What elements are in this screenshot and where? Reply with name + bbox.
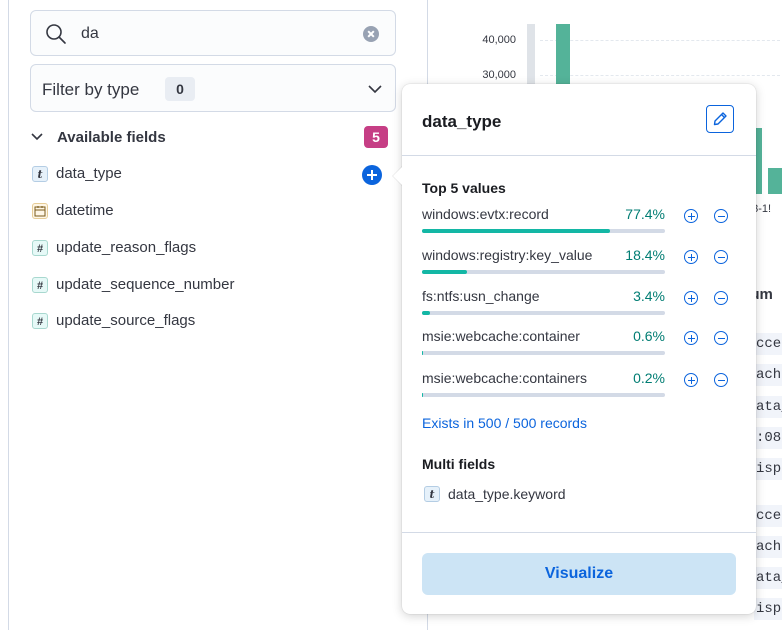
number-type-icon: # — [32, 313, 48, 329]
calendar-type-icon — [32, 203, 48, 219]
popover-divider — [402, 155, 756, 156]
field-name: data_type — [56, 165, 122, 182]
string-type-icon: t — [424, 486, 440, 502]
top-value-progress — [422, 270, 665, 274]
field-item-datetime[interactable]: datetime — [30, 200, 390, 224]
filter-count-badge: 0 — [165, 77, 195, 101]
field-name: update_source_flags — [56, 312, 196, 329]
filter-by-type-label: Filter by type — [42, 80, 140, 99]
field-details-popover: data_type Top 5 values windows:evtx:reco… — [393, 84, 756, 614]
string-type-icon: t — [32, 166, 48, 182]
edit-field-button[interactable] — [706, 105, 734, 133]
field-item-update-reason-flags[interactable]: # update_reason_flags — [30, 237, 390, 261]
multi-fields-title: Multi fields — [422, 456, 496, 472]
field-item-update-sequence-number[interactable]: # update_sequence_number — [30, 274, 390, 298]
field-item-data-type[interactable]: t data_type — [30, 163, 390, 187]
top-values-title: Top 5 values — [422, 180, 506, 196]
popover-title: data_type — [422, 112, 502, 131]
field-name: datetime — [56, 202, 114, 219]
top-value-row: fs:ntfs:usn_change 3.4% — [422, 288, 742, 320]
top-value-row: windows:registry:key_value 18.4% — [422, 247, 742, 279]
available-fields-count-badge: 5 — [364, 126, 388, 148]
chevron-down-icon — [367, 82, 383, 100]
top-value-name: fs:ntfs:usn_change — [422, 288, 540, 304]
top-value-name: msie:webcache:container — [422, 328, 580, 344]
app-root: Filter by type 0 Available fields 5 t da… — [0, 0, 782, 630]
document-cell: ata_ — [754, 567, 782, 589]
document-cell: ispl — [754, 598, 782, 620]
y-axis-tick-label: 30,000 — [482, 69, 516, 81]
pencil-icon — [713, 112, 727, 126]
document-cell: ache — [754, 536, 782, 558]
top-value-progress-fill — [422, 270, 467, 274]
filter-out-value-icon[interactable] — [714, 373, 728, 387]
popover-arrow — [393, 166, 403, 186]
chevron-down-icon — [30, 130, 44, 149]
available-fields-title: Available fields — [57, 129, 166, 146]
histogram-bar — [768, 168, 782, 194]
field-item-update-source-flags[interactable]: # update_source_flags — [30, 310, 390, 334]
field-name: update_reason_flags — [56, 239, 197, 256]
filter-out-value-icon[interactable] — [714, 209, 728, 223]
document-cell: cces — [754, 505, 782, 527]
filter-for-value-icon[interactable] — [684, 373, 698, 387]
filter-by-type-button[interactable]: Filter by type 0 — [30, 64, 396, 112]
document-cell: ache — [754, 364, 782, 386]
top-value-name: windows:registry:key_value — [422, 247, 593, 263]
filter-out-value-icon[interactable] — [714, 331, 728, 345]
grid-line — [540, 40, 780, 41]
search-icon — [45, 23, 67, 50]
document-cell: ata_ — [754, 396, 782, 418]
filter-for-value-icon[interactable] — [684, 209, 698, 223]
top-value-progress-fill — [422, 351, 424, 355]
popover-divider — [402, 532, 756, 533]
filter-for-value-icon[interactable] — [684, 331, 698, 345]
top-value-row: windows:evtx:record 77.4% — [422, 206, 742, 238]
top-value-progress-fill — [422, 229, 611, 233]
document-cell: :08 — [754, 427, 782, 449]
filter-out-value-icon[interactable] — [714, 291, 728, 305]
top-value-progress-fill — [422, 311, 431, 315]
field-search-box[interactable] — [30, 10, 396, 56]
document-cell: cces — [754, 333, 782, 355]
field-search-input[interactable] — [81, 23, 341, 45]
top-value-progress — [422, 351, 665, 355]
y-axis-tick-label: 40,000 — [482, 34, 516, 46]
top-value-percent: 18.4% — [625, 247, 665, 263]
filter-for-value-icon[interactable] — [684, 250, 698, 264]
top-value-percent: 0.2% — [633, 370, 665, 386]
top-value-progress-fill — [422, 393, 424, 397]
top-value-progress — [422, 229, 665, 233]
top-value-name: windows:evtx:record — [422, 206, 549, 222]
number-type-icon: # — [32, 277, 48, 293]
document-cell: ispl — [754, 458, 782, 480]
filter-out-value-icon[interactable] — [714, 250, 728, 264]
top-value-percent: 3.4% — [633, 288, 665, 304]
number-type-icon: # — [32, 240, 48, 256]
top-value-row: msie:webcache:containers 0.2% — [422, 370, 742, 402]
clear-search-icon[interactable] — [363, 26, 379, 42]
grid-line — [540, 75, 780, 76]
top-value-progress — [422, 393, 665, 397]
available-fields-toggle[interactable]: Available fields 5 — [28, 126, 388, 150]
visualize-button[interactable]: Visualize — [422, 553, 736, 595]
top-value-percent: 77.4% — [625, 206, 665, 222]
filter-for-value-icon[interactable] — [684, 291, 698, 305]
top-value-name: msie:webcache:containers — [422, 370, 587, 386]
top-value-percent: 0.6% — [633, 328, 665, 344]
add-field-icon[interactable] — [362, 165, 382, 185]
field-name: update_sequence_number — [56, 276, 235, 293]
exists-in-records-link[interactable]: Exists in 500 / 500 records — [422, 415, 587, 431]
top-value-row: msie:webcache:container 0.6% — [422, 328, 742, 360]
multi-field-name: data_type.keyword — [448, 486, 566, 502]
top-value-progress — [422, 311, 665, 315]
